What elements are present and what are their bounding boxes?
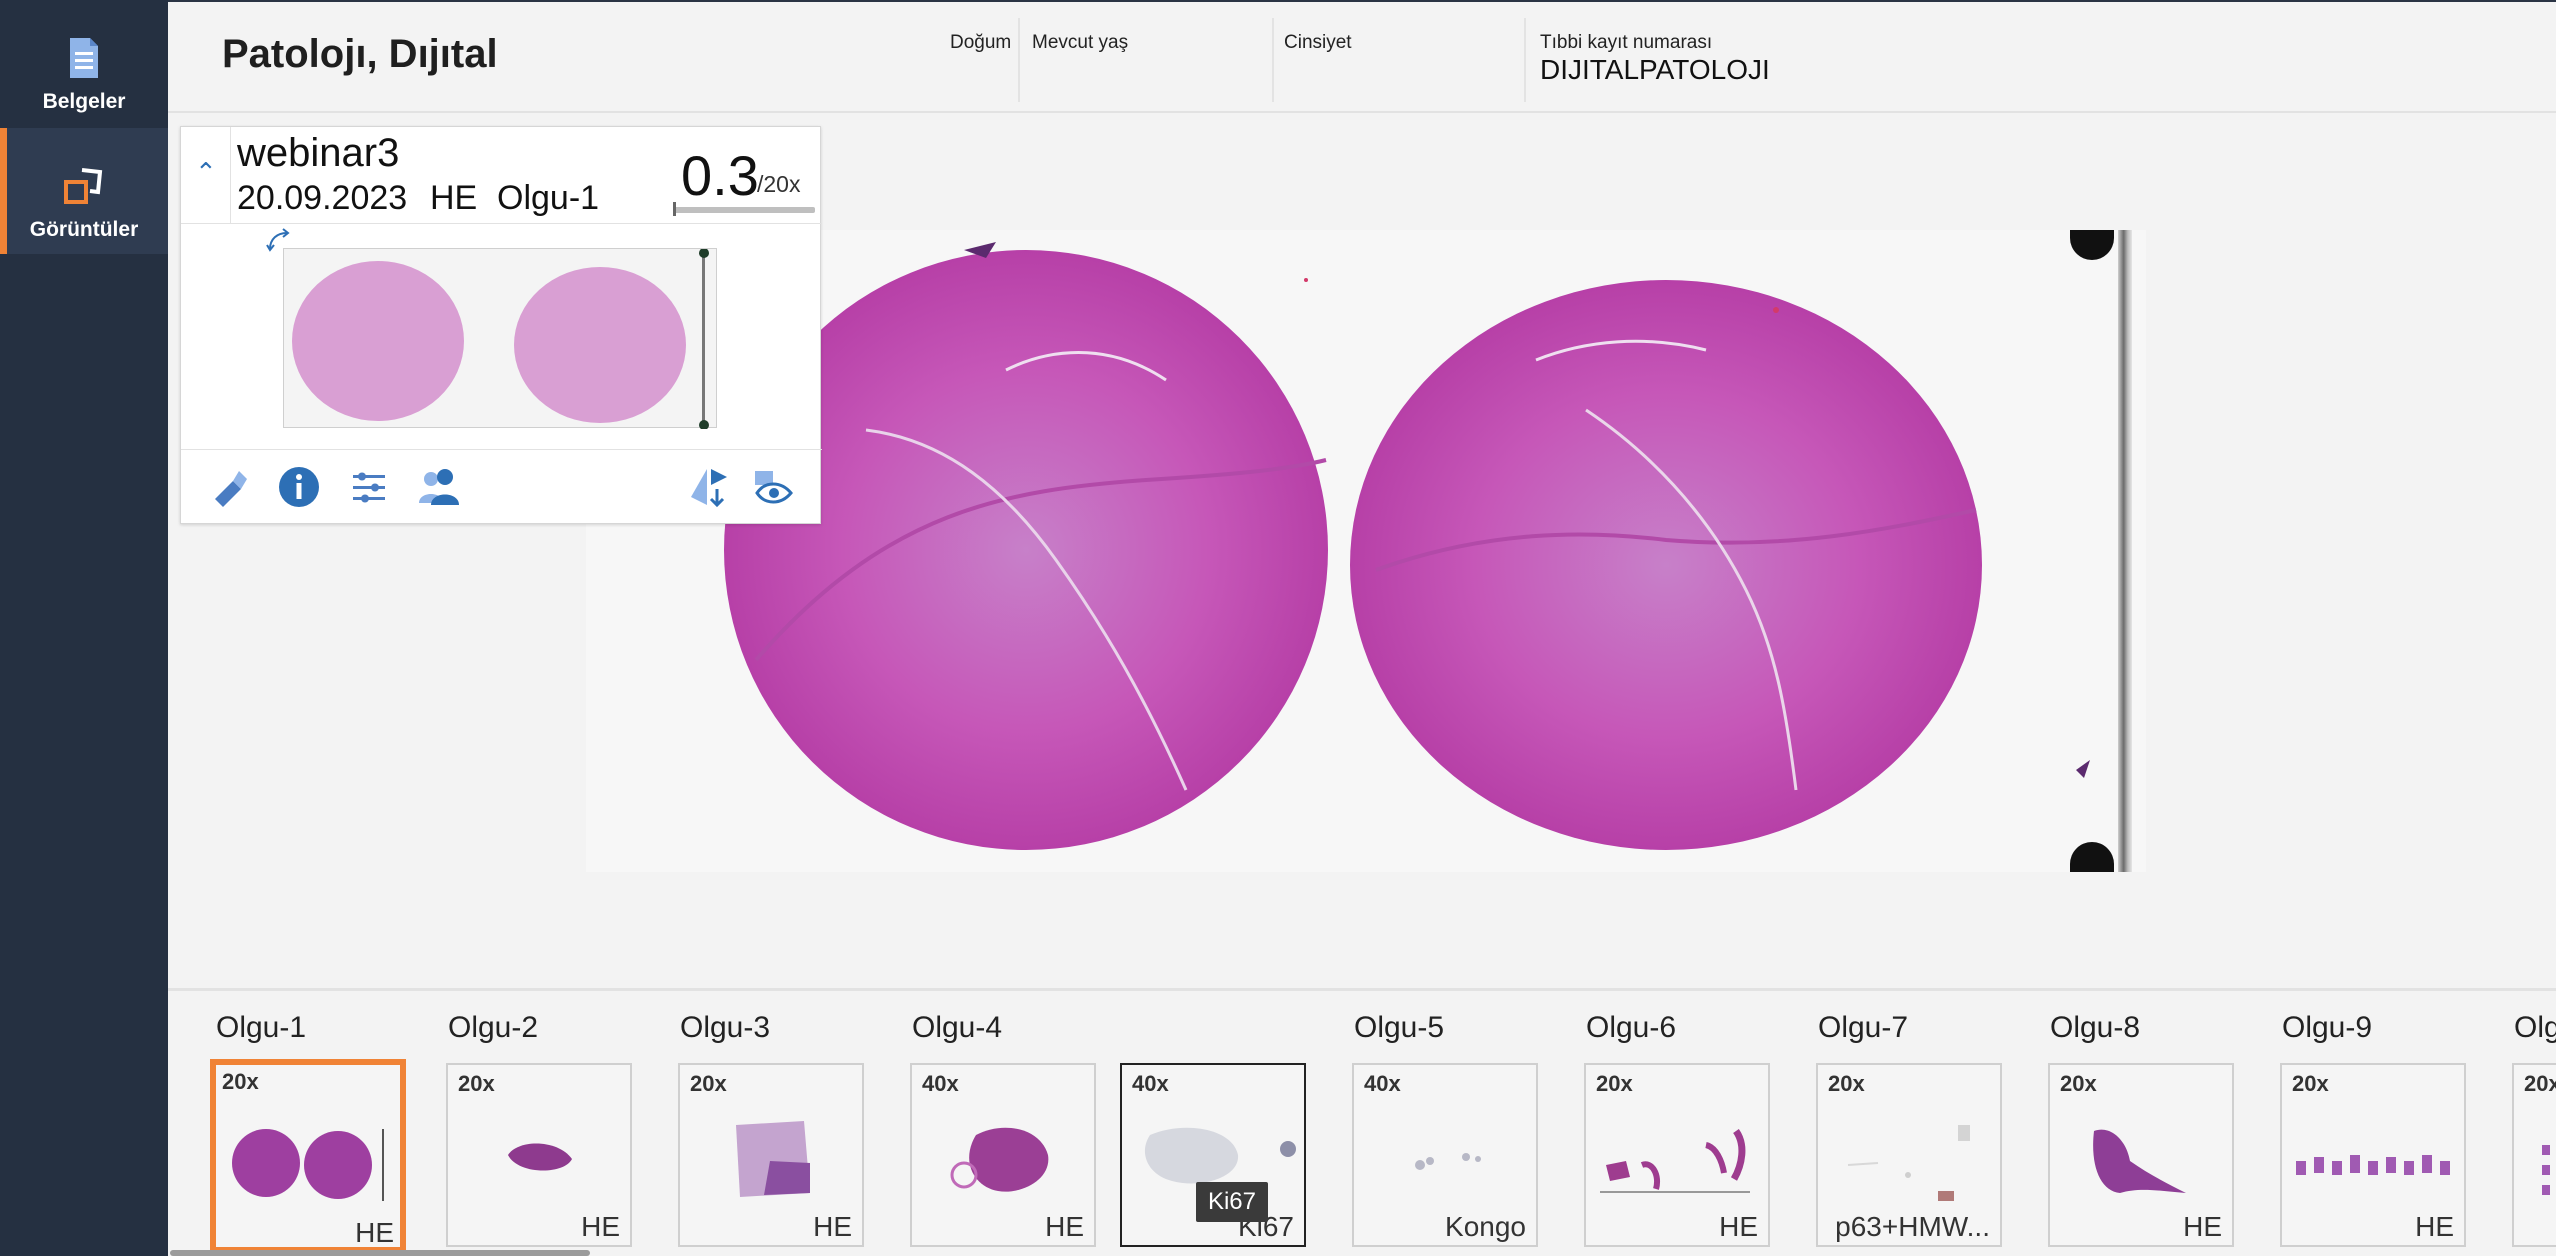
case-label: Olg bbox=[2514, 1011, 2556, 1044]
slide-overview-thumbnail[interactable] bbox=[283, 248, 717, 430]
patient-name: Patolojı, Dıjıtal bbox=[222, 32, 498, 76]
zoom-slider-handle[interactable] bbox=[673, 202, 676, 216]
thumbnail-stain: Kongo bbox=[1445, 1211, 1526, 1242]
slide-thumbnail[interactable]: 40x HE bbox=[910, 1063, 1096, 1247]
collapse-panel-button[interactable]: ⌃ bbox=[181, 127, 231, 223]
case-label: Olgu-9 bbox=[2282, 1011, 2373, 1044]
thumbnail-magnification: 20x bbox=[690, 1071, 727, 1096]
thumbnail-magnification: 20x bbox=[2524, 1071, 2556, 1096]
thumbnail-stain: p63+HMW... bbox=[1835, 1211, 1990, 1242]
sidebar-label-documents: Belgeler bbox=[42, 90, 126, 113]
header-label-mrn: Tıbbi kayıt numarası bbox=[1540, 32, 1713, 53]
thumbnail-magnification: 20x bbox=[458, 1071, 495, 1096]
case-label: Olgu-7 bbox=[1818, 1011, 1909, 1044]
thumbnail-stain: HE bbox=[1719, 1211, 1758, 1242]
slide-name: webinar3 bbox=[237, 131, 400, 175]
case-label: Olgu-4 bbox=[912, 1011, 1003, 1044]
header-field-mrn: Tıbbi kayıt numarası DIJITALPATOLOJI bbox=[1526, 18, 1926, 102]
slide-thumbnail[interactable]: 20x p63+HMW... bbox=[1816, 1063, 2002, 1247]
slide-thumbnail[interactable]: 20x HE bbox=[446, 1063, 632, 1247]
slide-stain: HE bbox=[430, 179, 478, 217]
annotation-tool-icon[interactable] bbox=[207, 465, 251, 509]
slide-strip: Olgu-1 Olgu-2 Olgu-3 Olgu-4 Olgu-5 Olgu-… bbox=[168, 988, 2556, 1256]
thumbnail-stain: HE bbox=[813, 1211, 852, 1242]
info-icon[interactable] bbox=[277, 465, 321, 509]
header-field-age: Mevcut yaş bbox=[1020, 18, 1274, 102]
slide-thumbnail[interactable]: 40x Kongo bbox=[1352, 1063, 1538, 1247]
case-label: Olgu-2 bbox=[448, 1011, 539, 1044]
slide-thumbnail[interactable]: 20x HE bbox=[678, 1063, 864, 1247]
slide-thumbnail[interactable]: 20x HE bbox=[2048, 1063, 2234, 1247]
panel-divider bbox=[181, 223, 822, 224]
thumbnail-stain: HE bbox=[2415, 1211, 2454, 1242]
thumbnail-magnification: 20x bbox=[1596, 1071, 1633, 1096]
case-label: Olgu-1 bbox=[216, 1011, 307, 1044]
slide-date: 20.09.2023 bbox=[237, 179, 408, 217]
case-label: Olgu-5 bbox=[1354, 1011, 1445, 1044]
thumbnail-stain: HE bbox=[581, 1211, 620, 1242]
thumbnail-magnification: 20x bbox=[222, 1069, 259, 1094]
case-label: Olgu-6 bbox=[1586, 1011, 1677, 1044]
strip-scrollbar[interactable] bbox=[170, 1250, 590, 1256]
slide-thumbnail[interactable]: 20x HE bbox=[1584, 1063, 1770, 1247]
case-label: Olgu-8 bbox=[2050, 1011, 2141, 1044]
zoom-max: /20x bbox=[757, 171, 801, 197]
thumbnail-tooltip: Ki67 bbox=[1196, 1182, 1268, 1222]
header-field-birth: Doğum bbox=[780, 18, 1020, 102]
slide-thumbnail[interactable]: 20x HE bbox=[2280, 1063, 2466, 1247]
slide-thumbnail[interactable]: 20x HE bbox=[210, 1059, 406, 1253]
thumbnail-magnification: 20x bbox=[1828, 1071, 1865, 1096]
thumbnail-magnification: 20x bbox=[2292, 1071, 2329, 1096]
thumbnail-stain: HE bbox=[2183, 1211, 2222, 1242]
adjust-sliders-icon[interactable] bbox=[347, 465, 391, 509]
thumbnail-stain: HE bbox=[1045, 1211, 1084, 1242]
header-label-age: Mevcut yaş bbox=[1032, 32, 1129, 53]
slide-case: Olgu-1 bbox=[497, 179, 600, 217]
zoom-level: 0.3 bbox=[681, 144, 759, 207]
patient-header: Patolojı, Dıjıtal Doğum Mevcut yaş Cinsi… bbox=[168, 0, 2556, 113]
overview-tissue bbox=[292, 248, 709, 430]
case-label: Olgu-3 bbox=[680, 1011, 771, 1044]
chevron-up-icon: ⌃ bbox=[195, 157, 217, 187]
sidebar-label-images: Görüntüler bbox=[29, 218, 139, 241]
thumbnail-magnification: 40x bbox=[1364, 1071, 1401, 1096]
thumbnail-magnification: 40x bbox=[922, 1071, 959, 1096]
thumbnail-magnification: 20x bbox=[2060, 1071, 2097, 1096]
zoom-slider[interactable] bbox=[673, 202, 815, 216]
share-users-icon[interactable] bbox=[417, 465, 461, 509]
header-field-sex: Cinsiyet bbox=[1274, 18, 1526, 102]
slide-info-panel: ⌃ webinar3 20.09.2023 HE Olgu-1 0.3 /20x bbox=[180, 126, 822, 524]
slide-edge bbox=[2118, 230, 2132, 872]
document-icon bbox=[70, 38, 98, 78]
thumbnail-magnification: 40x bbox=[1132, 1071, 1169, 1096]
sidebar-item-documents[interactable]: Belgeler bbox=[0, 0, 168, 126]
sidebar-item-images[interactable]: Görüntüler bbox=[0, 128, 168, 254]
panel-divider bbox=[181, 449, 822, 450]
flip-icon[interactable] bbox=[687, 465, 731, 509]
visibility-icon[interactable] bbox=[751, 465, 795, 509]
images-icon bbox=[64, 168, 103, 204]
slide-thumbnail[interactable]: 20x bbox=[2512, 1063, 2556, 1247]
sidebar: Belgeler Görüntüler bbox=[0, 0, 168, 1256]
header-label-sex: Cinsiyet bbox=[1284, 32, 1352, 53]
header-value-mrn: DIJITALPATOLOJI bbox=[1540, 54, 1770, 85]
thumbnail-stain: HE bbox=[355, 1217, 394, 1248]
header-label-birth: Doğum bbox=[950, 32, 1012, 53]
